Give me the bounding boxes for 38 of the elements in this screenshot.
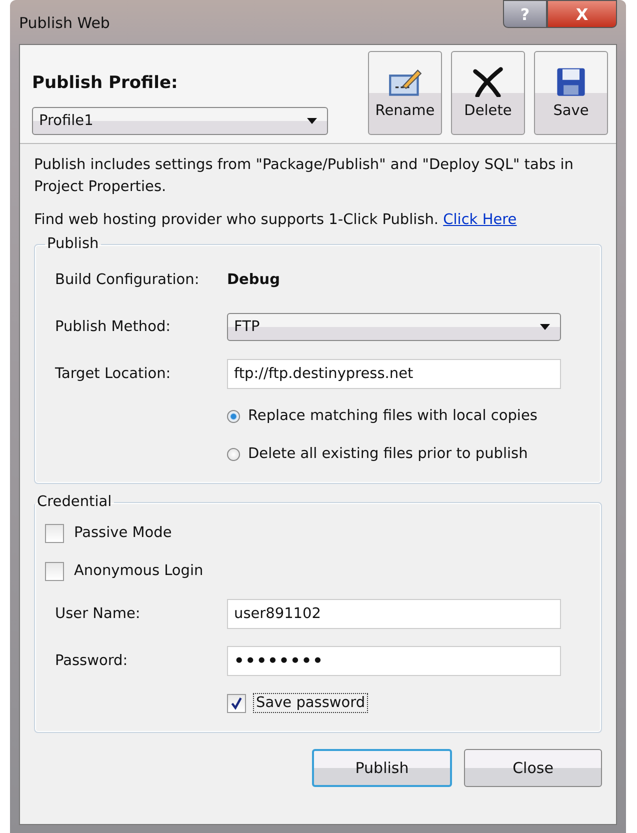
rename-button[interactable]: Rename xyxy=(368,51,442,135)
checkbox-label: Anonymous Login xyxy=(74,563,204,579)
caret-icon xyxy=(307,118,317,124)
profile-dropdown[interactable]: Profile1 xyxy=(32,107,328,135)
password-field[interactable]: •••••••• xyxy=(227,646,561,676)
publish-button[interactable]: Publish xyxy=(312,749,452,787)
checkbox[interactable] xyxy=(227,694,246,712)
radio-button[interactable] xyxy=(227,410,240,422)
profile-label: Publish Profile: xyxy=(32,73,179,93)
field-label: Target Location: xyxy=(55,366,172,382)
window-title: Publish Web xyxy=(19,14,110,32)
user-name-field[interactable]: user891102 xyxy=(227,598,561,628)
checkbox[interactable] xyxy=(45,524,64,542)
radio-button[interactable] xyxy=(227,448,240,460)
x-mark-icon xyxy=(471,67,505,97)
checkbox-label: Passive Mode xyxy=(74,525,172,541)
click-here-link[interactable]: Click Here xyxy=(443,212,517,228)
checkbox[interactable] xyxy=(45,562,64,580)
group-legend: Publish xyxy=(45,236,101,252)
delete-button[interactable]: Delete xyxy=(451,51,525,135)
group-legend: Credential xyxy=(35,494,114,510)
field-label: User Name: xyxy=(55,606,142,622)
edit-icon xyxy=(388,67,422,97)
field-label: Password: xyxy=(55,652,129,668)
hosting-text: Find web hosting provider who supports 1-Click Publish. xyxy=(34,212,439,228)
publish-method-dropdown[interactable]: FTP xyxy=(227,312,561,340)
close-button[interactable]: X xyxy=(547,0,617,28)
build-configuration-value: Debug xyxy=(227,272,280,288)
checkbox-label: Save password xyxy=(254,694,368,712)
intro-text: Publish includes settings from "Package/Publish" and "Deploy SQL" tabs in Project Properties. xyxy=(34,156,574,197)
field-label: Publish Method: xyxy=(55,318,172,334)
option-label: Replace matching files with local copies xyxy=(248,408,538,424)
caret-icon xyxy=(540,324,550,330)
field-label: Build Configuration: xyxy=(55,272,200,288)
save-button[interactable]: Save xyxy=(534,51,608,135)
target-location-field[interactable]: ftp://ftp.destinypress.net xyxy=(227,358,561,388)
close-button[interactable]: Close xyxy=(464,749,602,787)
option-label: Delete all existing files prior to publish xyxy=(248,446,528,462)
